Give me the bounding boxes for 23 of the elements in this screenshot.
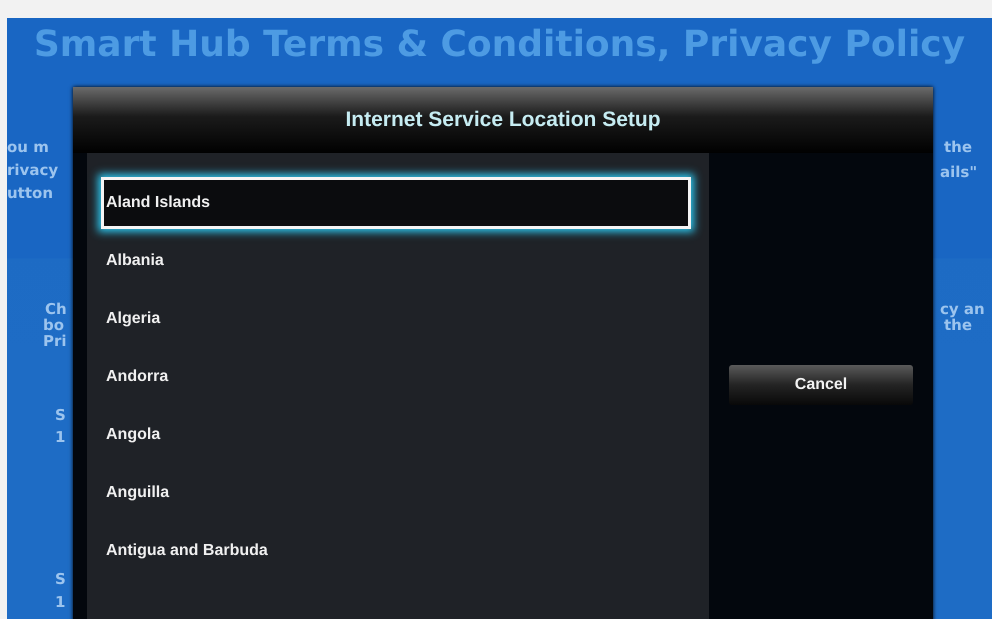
background-text: utton: [7, 184, 54, 202]
background-text: 1: [55, 593, 66, 611]
country-item[interactable]: Anguilla: [101, 467, 691, 519]
background-text: S: [55, 570, 66, 588]
country-item[interactable]: Andorra: [101, 351, 691, 403]
country-item[interactable]: Albania: [101, 235, 691, 287]
background-text: S: [55, 406, 66, 424]
cancel-button[interactable]: Cancel: [729, 365, 913, 405]
country-item[interactable]: Antigua and Barbuda: [101, 525, 691, 577]
background-text: Ch: [45, 300, 67, 318]
background-text: cy an: [940, 300, 985, 318]
background-text: rivacy: [7, 161, 58, 179]
background-text: Pri: [43, 332, 67, 350]
background-text: ails": [940, 163, 978, 181]
background-text: 1: [55, 428, 66, 446]
country-item[interactable]: Algeria: [101, 293, 691, 345]
background-text: bo: [43, 316, 64, 334]
country-item[interactable]: Angola: [101, 409, 691, 461]
background-text: ou m: [7, 138, 49, 156]
dialog-title: Internet Service Location Setup: [345, 108, 661, 132]
country-item[interactable]: Aland Islands: [101, 177, 691, 229]
background-text: the: [944, 316, 972, 334]
background-text: the: [944, 138, 972, 156]
